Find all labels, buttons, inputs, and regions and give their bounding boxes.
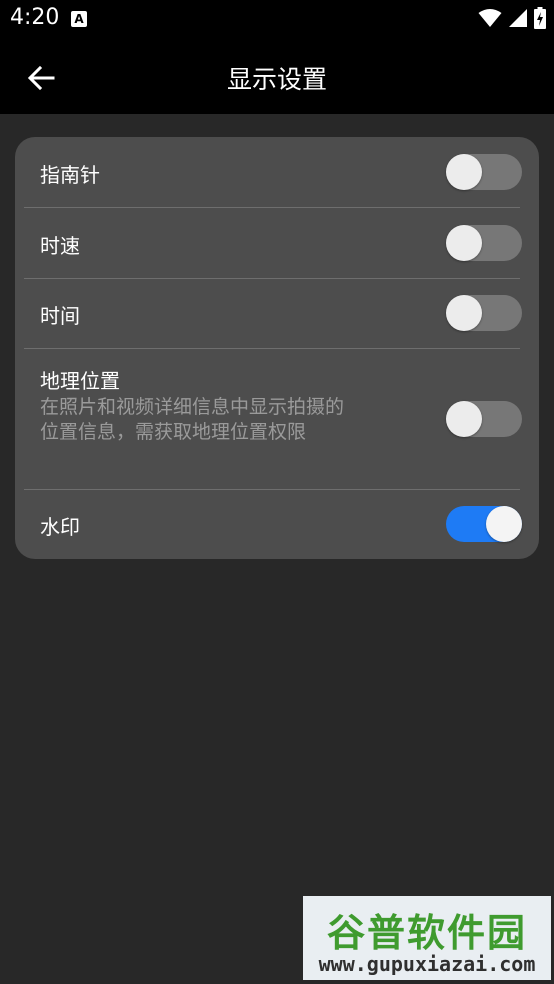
setting-description: 在照片和视频详细信息中显示拍摄的位置信息，需获取地理位置权限: [40, 396, 345, 443]
setting-label: 时速: [40, 234, 80, 258]
setting-row-time[interactable]: 时间: [15, 279, 539, 348]
setting-row-compass[interactable]: 指南针: [15, 137, 539, 207]
watermark-url: www.gupuxiazai.com: [318, 952, 536, 976]
signal-icon: [509, 9, 527, 27]
watermark-toggle[interactable]: [446, 506, 522, 542]
toggle-knob: [446, 401, 482, 437]
status-time: 4:20: [10, 5, 60, 30]
battery-charging-icon: [534, 7, 546, 29]
setting-row-location[interactable]: 地理位置 在照片和视频详细信息中显示拍摄的位置信息，需获取地理位置权限: [15, 349, 539, 489]
app-bar: 显示设置: [0, 38, 554, 114]
toggle-knob: [446, 154, 482, 190]
watermark-brand: 谷普软件园: [326, 911, 527, 955]
location-toggle[interactable]: [446, 401, 522, 437]
setting-row-watermark[interactable]: 水印: [15, 490, 539, 559]
setting-label: 时间: [40, 304, 80, 328]
page-title: 显示设置: [226, 65, 327, 94]
toggle-knob: [446, 295, 482, 331]
status-bar: 4:20 A: [0, 0, 554, 38]
notification-a-icon: A: [71, 11, 87, 27]
setting-label: 地理位置: [40, 369, 120, 393]
settings-card: 指南针 时速 时间 地理位置 在照片和视频详细信息中显示拍摄的位置信息，需获取地…: [15, 137, 539, 559]
wifi-icon: [478, 9, 502, 27]
speed-toggle[interactable]: [446, 225, 522, 261]
setting-label: 指南针: [40, 163, 100, 187]
setting-label: 水印: [40, 515, 80, 539]
setting-row-speed[interactable]: 时速: [15, 208, 539, 278]
compass-toggle[interactable]: [446, 154, 522, 190]
time-toggle[interactable]: [446, 295, 522, 331]
system-icons: [478, 6, 546, 30]
site-watermark-logo: 谷普软件园 www.gupuxiazai.com: [303, 896, 551, 980]
toggle-knob: [446, 225, 482, 261]
top-bar: 4:20 A 显示设置: [0, 0, 554, 114]
toggle-knob: [486, 506, 522, 542]
